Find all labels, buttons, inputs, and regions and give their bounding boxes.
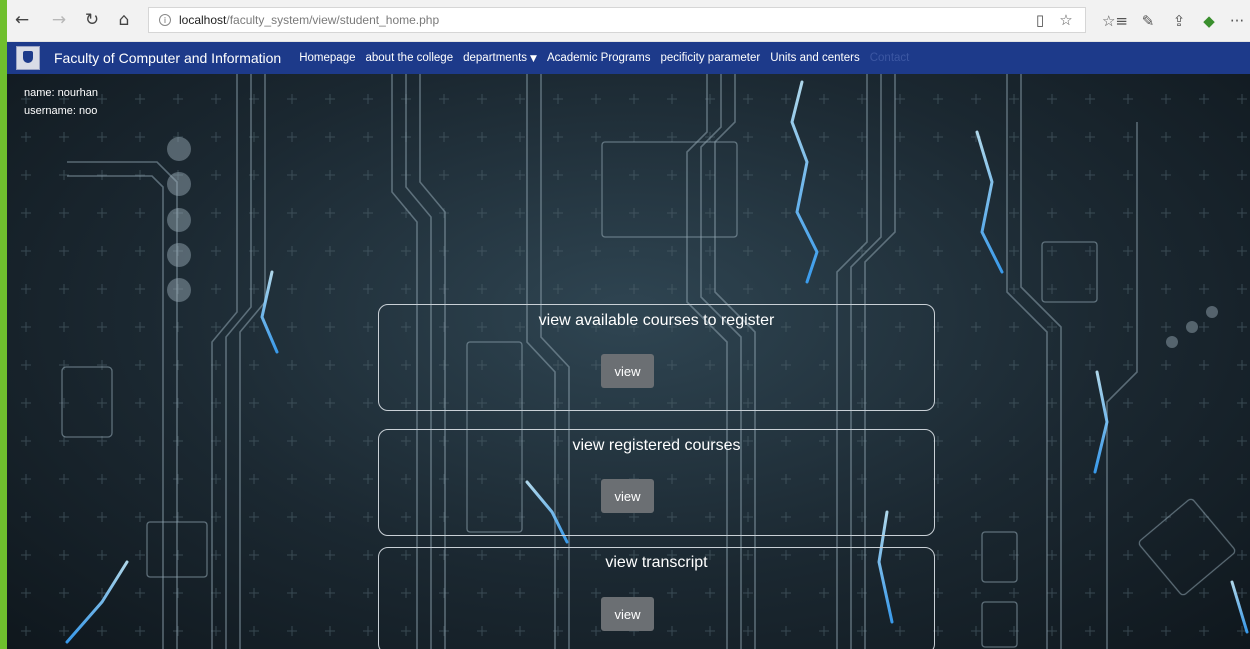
view-available-courses-button[interactable]: view bbox=[601, 354, 654, 388]
favorite-star-icon[interactable]: ☆ bbox=[1053, 7, 1079, 33]
address-bar[interactable]: i localhost/faculty_system/view/student_… bbox=[148, 7, 1086, 33]
url-path: /faculty_system/view/student_home.php bbox=[226, 13, 440, 27]
user-username: username: noo bbox=[24, 105, 98, 117]
nav-departments-label: departments bbox=[463, 52, 528, 64]
card-title: view transcript bbox=[605, 554, 708, 571]
user-name: name: nourhan bbox=[24, 87, 98, 99]
more-menu-icon[interactable]: ··· bbox=[1224, 7, 1250, 35]
back-arrow-icon[interactable]: ← bbox=[8, 6, 36, 34]
site-brand[interactable]: Faculty of Computer and Information bbox=[54, 50, 281, 66]
extension-icon[interactable]: ◆ bbox=[1196, 7, 1222, 35]
view-registered-courses-button[interactable]: view bbox=[601, 479, 654, 513]
refresh-icon[interactable]: ↻ bbox=[78, 6, 106, 34]
home-icon[interactable]: ⌂ bbox=[110, 6, 138, 34]
nav-homepage[interactable]: Homepage bbox=[299, 52, 355, 64]
user-info: name: nourhan username: noo bbox=[24, 84, 98, 120]
nav-about-college[interactable]: about the college bbox=[366, 52, 454, 64]
card-title: view available courses to register bbox=[538, 312, 775, 329]
nav-academic-programs[interactable]: Academic Programs bbox=[547, 52, 651, 64]
browser-toolbar: ← → ↻ ⌂ i localhost/faculty_system/view/… bbox=[0, 0, 1250, 42]
card-transcript: view transcript view bbox=[378, 547, 935, 649]
card-title: view registered courses bbox=[572, 437, 741, 454]
nav-units-centers[interactable]: Units and centers bbox=[770, 52, 860, 64]
notes-pen-icon[interactable]: ✎ bbox=[1135, 7, 1161, 35]
site-navbar: Faculty of Computer and Information Home… bbox=[7, 42, 1250, 74]
url-host: localhost bbox=[179, 13, 227, 27]
nav-specificity-parameter[interactable]: pecificity parameter bbox=[661, 52, 761, 64]
view-transcript-button[interactable]: view bbox=[601, 597, 654, 631]
reading-view-icon[interactable]: ▯ bbox=[1027, 7, 1053, 33]
card-registered-courses: view registered courses view bbox=[378, 429, 935, 536]
nav-contact[interactable]: Contact bbox=[870, 52, 910, 64]
page-viewport: Faculty of Computer and Information Home… bbox=[7, 42, 1250, 649]
nav-departments-dropdown[interactable]: departments ▼ bbox=[463, 52, 537, 64]
forward-arrow-icon[interactable]: → bbox=[45, 6, 73, 34]
info-icon[interactable]: i bbox=[159, 14, 171, 26]
window-edge-accent bbox=[0, 0, 7, 649]
share-icon[interactable]: ⇪ bbox=[1166, 7, 1192, 35]
faculty-logo[interactable] bbox=[16, 46, 40, 70]
chevron-down-icon: ▼ bbox=[530, 54, 537, 64]
favorites-hub-icon[interactable]: ☆≡ bbox=[1099, 7, 1131, 35]
card-available-courses: view available courses to register view bbox=[378, 304, 935, 411]
